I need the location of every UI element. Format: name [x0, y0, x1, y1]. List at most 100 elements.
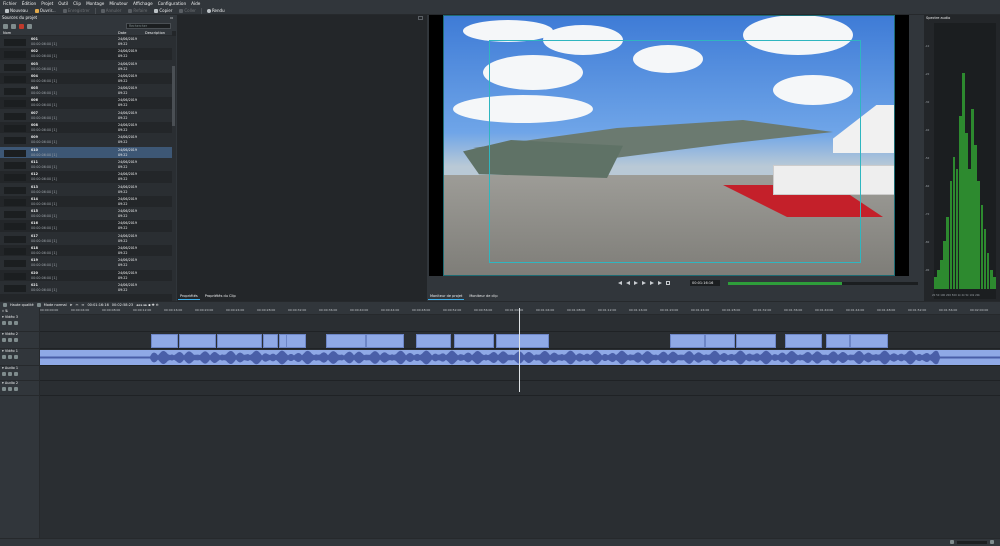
tab-clip-monitor[interactable]: Moniteur de clip	[467, 293, 499, 300]
mute-icon[interactable]	[8, 321, 12, 325]
timeline-clip[interactable]	[705, 334, 735, 348]
bin-clip-row[interactable]: 017 00:00:06:00 [1] 24/06/2019 09:22	[0, 232, 172, 246]
menu-aide[interactable]: Aide	[191, 1, 200, 6]
bin-clip-row[interactable]: 005 00:00:06:00 [1] 24/06/2019 09:22	[0, 85, 172, 98]
track-header[interactable]: ▾ Vidéo 2	[0, 332, 40, 349]
lane-video-1[interactable]	[40, 349, 1000, 366]
spacer-tool-icon[interactable]: ⇔	[82, 303, 85, 307]
forward-icon[interactable]	[642, 281, 646, 285]
track-header[interactable]: ▾ Audio 1	[0, 366, 40, 381]
paste-button[interactable]: Coller	[177, 8, 198, 14]
tab-clip-properties[interactable]: Propriétés du Clip	[203, 293, 238, 300]
video-preview[interactable]	[429, 15, 909, 276]
menu-icon[interactable]	[27, 23, 32, 29]
undo-button[interactable]: Annuler	[99, 8, 124, 14]
lane-video-2[interactable]	[40, 332, 1000, 349]
track-header-tools[interactable]: ⌗ ⇅	[2, 309, 8, 313]
lane-video-3[interactable]	[40, 315, 1000, 332]
open-button[interactable]: Ouvrir...	[33, 8, 58, 14]
bin-clip-row[interactable]: 019 00:00:06:00 [1] 24/06/2019 09:22	[0, 257, 172, 270]
bin-clip-row[interactable]: 013 00:00:06:00 [1] 24/06/2019 09:22	[0, 183, 172, 196]
bin-clip-row[interactable]: 010 00:00:06:00 [1] 24/06/2019 09:22	[0, 146, 172, 159]
bin-clip-row[interactable]: 011 00:00:06:00 [1] 24/06/2019 09:22	[0, 158, 172, 172]
zone-start-icon[interactable]	[618, 281, 622, 285]
copy-button[interactable]: Copier	[152, 8, 174, 14]
menu-configuration[interactable]: Configuration	[158, 1, 186, 6]
menu-projet[interactable]: Projet	[41, 1, 53, 6]
bin-scrollbar-handle[interactable]	[172, 66, 175, 126]
timeline-clip[interactable]	[326, 334, 366, 348]
tab-properties[interactable]: Propriétés	[178, 293, 200, 300]
bin-clip-row[interactable]: 014 00:00:06:00 [1] 24/06/2019 09:22	[0, 196, 172, 209]
bin-clip-row[interactable]: 020 00:00:06:00 [1] 24/06/2019 09:22	[0, 270, 172, 282]
add-clip-icon[interactable]	[3, 23, 8, 29]
bin-clip-row[interactable]: 002 00:00:06:00 [1] 24/06/2019 09:22	[0, 48, 172, 61]
hide-icon[interactable]	[14, 387, 18, 391]
select-tool-icon[interactable]: ➤	[70, 303, 73, 307]
bin-scrollbar[interactable]	[172, 36, 176, 301]
timeline-clip[interactable]	[217, 334, 262, 348]
menu-minuteur[interactable]: Minuteur	[109, 1, 128, 6]
lock-icon[interactable]	[2, 372, 6, 376]
play-icon[interactable]	[634, 281, 638, 285]
timeline-clip[interactable]	[785, 334, 822, 348]
zoom-out-icon[interactable]	[950, 540, 954, 544]
razor-tool-icon[interactable]: ✂	[76, 303, 79, 307]
hide-icon[interactable]	[14, 372, 18, 376]
delete-icon[interactable]	[19, 23, 24, 29]
mute-icon[interactable]	[8, 338, 12, 342]
timeline-clip[interactable]	[416, 334, 451, 348]
menu-fichier[interactable]: Fichier	[3, 1, 17, 6]
track-tools-icons[interactable]: ◂◂ ▸ ▸▸ ▪ ✚ ⊖	[136, 303, 159, 307]
lock-icon[interactable]	[2, 355, 6, 359]
zone-end-icon[interactable]	[650, 281, 654, 285]
bin-clip-row[interactable]: 015 00:00:06:00 [1] 24/06/2019 09:22	[0, 208, 172, 221]
hide-icon[interactable]	[14, 321, 18, 325]
timeline-clip[interactable]	[179, 334, 216, 348]
bin-clip-row[interactable]: 016 00:00:06:00 [1] 24/06/2019 09:22	[0, 220, 172, 233]
save-button[interactable]: Enregistrer	[61, 8, 92, 14]
lane-audio-1[interactable]	[40, 366, 1000, 381]
hide-icon[interactable]	[14, 355, 18, 359]
zoom-slider[interactable]	[957, 541, 987, 544]
mute-icon[interactable]	[8, 387, 12, 391]
tab-project-monitor[interactable]: Moniteur de projet	[428, 293, 465, 300]
bin-clip-row[interactable]: 001 00:00:06:00 [1] 24/06/2019 09:22	[0, 36, 172, 49]
zoom-in-icon[interactable]	[990, 540, 994, 544]
timeline-clip[interactable]	[736, 334, 776, 348]
timeline-clip[interactable]	[263, 334, 278, 348]
bin-clip-row[interactable]: 009 00:00:06:00 [1] 24/06/2019 09:22	[0, 134, 172, 147]
timeline-clip[interactable]	[151, 334, 178, 348]
bin-clip-row[interactable]: 007 00:00:06:00 [1] 24/06/2019 09:22	[0, 109, 172, 123]
hide-icon[interactable]	[14, 338, 18, 342]
lane-audio-2[interactable]	[40, 381, 1000, 396]
timeline-clip[interactable]	[670, 334, 705, 348]
bin-search-input[interactable]: Rechercher	[126, 23, 171, 29]
add-folder-icon[interactable]	[11, 23, 16, 29]
mute-icon[interactable]	[8, 355, 12, 359]
timeline-clip[interactable]	[826, 334, 850, 348]
quality-select[interactable]: Haute qualité	[10, 303, 34, 307]
panel-float-icon[interactable]	[418, 16, 423, 20]
timeline-position[interactable]: 00:01:16:16	[87, 303, 108, 307]
bin-clip-row[interactable]: 018 00:00:06:00 [1] 24/06/2019 09:22	[0, 245, 172, 258]
timeline-clip[interactable]	[366, 334, 404, 348]
mute-icon[interactable]	[8, 372, 12, 376]
video-1-audio-clip[interactable]	[40, 350, 1000, 365]
timeline-clip[interactable]	[496, 334, 549, 348]
timeline-clip[interactable]	[850, 334, 888, 348]
timeline-tracks[interactable]	[40, 315, 1000, 546]
new-button[interactable]: Nouveau	[3, 8, 30, 14]
bin-clip-row[interactable]: 012 00:00:06:00 [1] 24/06/2019 09:22	[0, 171, 172, 184]
track-header[interactable]: ▾ Audio 2	[0, 381, 40, 396]
menu-montage[interactable]: Montage	[86, 1, 104, 6]
rewind-icon[interactable]	[626, 281, 630, 285]
bin-clip-row[interactable]: 006 00:00:06:00 [1] 24/06/2019 09:22	[0, 97, 172, 110]
timeline-clip[interactable]	[454, 334, 494, 348]
lock-icon[interactable]	[2, 387, 6, 391]
redo-button[interactable]: Refaire	[126, 8, 149, 14]
menu-outil[interactable]: Outil	[58, 1, 68, 6]
volume-icon[interactable]	[658, 281, 662, 285]
playhead[interactable]	[519, 308, 520, 392]
fullscreen-icon[interactable]	[666, 281, 670, 285]
